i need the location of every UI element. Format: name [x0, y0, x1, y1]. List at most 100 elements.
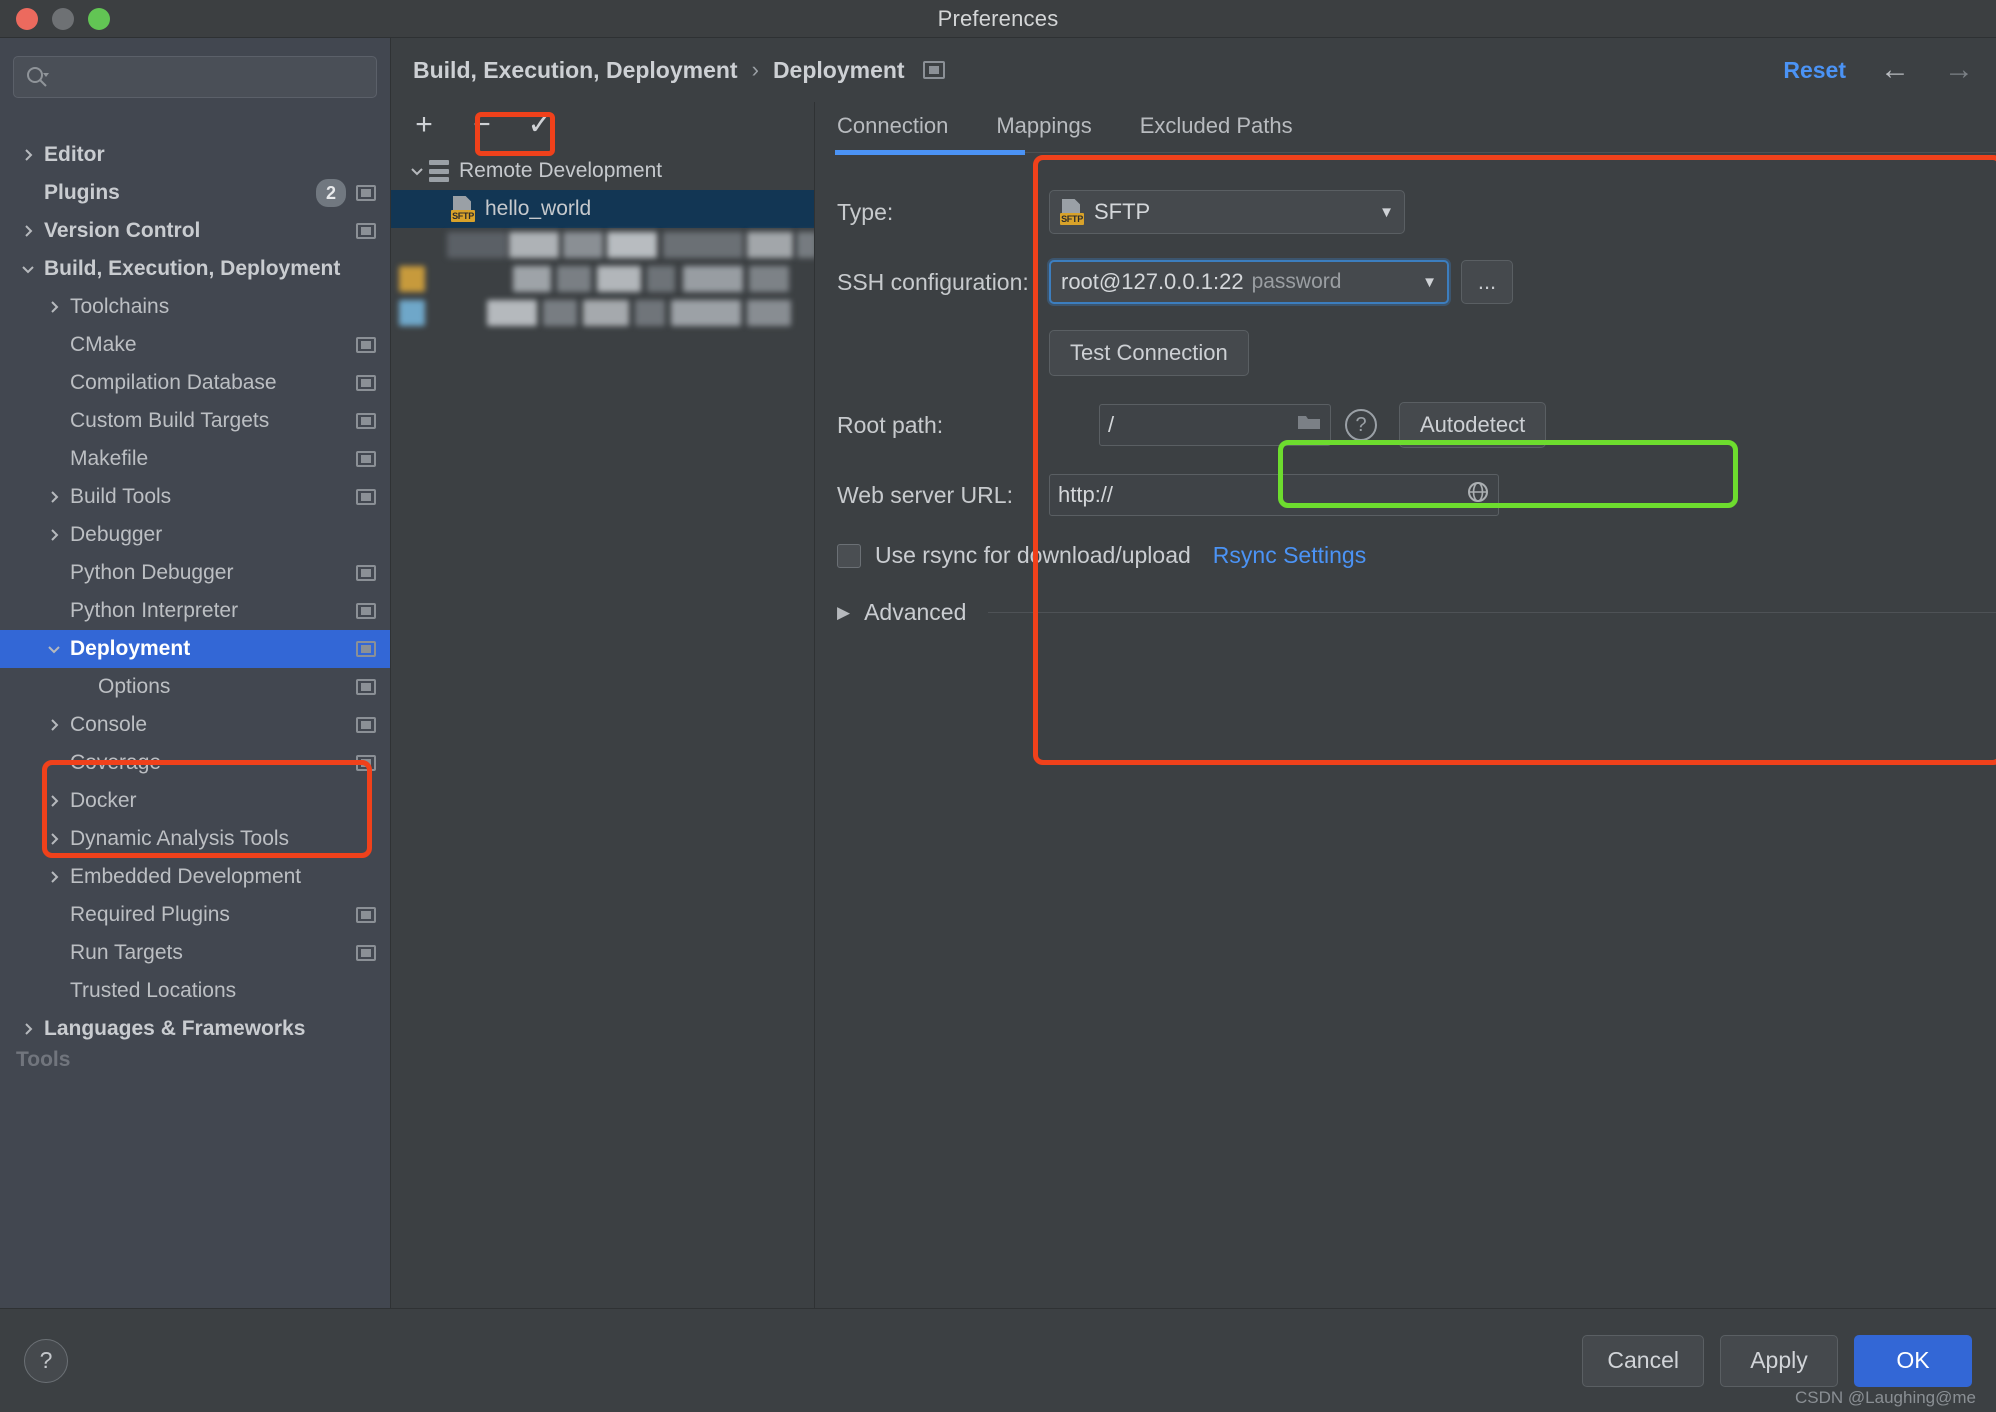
add-server-button[interactable]: + — [405, 107, 443, 143]
search-container — [0, 46, 390, 104]
ok-button[interactable]: OK — [1854, 1334, 1972, 1387]
back-arrow-icon[interactable]: ← — [1880, 55, 1910, 85]
window-controls — [16, 7, 110, 30]
chevron-down-icon[interactable] — [405, 159, 429, 183]
sidebar-item-languages-frameworks[interactable]: Languages & Frameworks — [0, 1010, 390, 1048]
sidebar-item-label: Console — [70, 713, 148, 736]
globe-icon[interactable] — [1466, 480, 1490, 510]
window-body: Editor Plugins 2 Version Control Build, Exec… — [0, 38, 1996, 1308]
project-scope-icon — [356, 717, 376, 733]
chevron-right-icon[interactable] — [42, 865, 66, 889]
project-scope-icon — [356, 641, 376, 657]
breadcrumb-current: Deployment — [772, 56, 905, 83]
chevron-right-icon[interactable] — [16, 1017, 40, 1041]
chevron-right-icon[interactable] — [16, 219, 40, 243]
sidebar-item-options[interactable]: Options — [0, 668, 390, 706]
folder-icon[interactable] — [1296, 412, 1322, 438]
chevron-right-icon[interactable] — [42, 789, 66, 813]
sidebar-item-label: Build, Execution, Deployment — [44, 257, 341, 280]
search-icon — [24, 64, 50, 90]
test-connection-button[interactable]: Test Connection — [1049, 330, 1249, 376]
forward-arrow-icon[interactable]: → — [1944, 55, 1974, 85]
chevron-right-icon: ▶ — [837, 602, 851, 622]
chevron-right-icon[interactable] — [42, 713, 66, 737]
autodetect-button[interactable]: Autodetect — [1399, 402, 1547, 448]
chevron-right-icon[interactable] — [42, 485, 66, 509]
sidebar-item-build-execution-deployment[interactable]: Build, Execution, Deployment — [0, 250, 390, 288]
sidebar-item-custom-build-targets[interactable]: Custom Build Targets — [0, 402, 390, 440]
cancel-button[interactable]: Cancel — [1582, 1334, 1704, 1387]
maximize-window-button[interactable] — [88, 7, 110, 30]
chevron-down-icon[interactable] — [42, 637, 66, 661]
chevron-right-icon[interactable] — [42, 523, 66, 547]
sidebar-item-required-plugins[interactable]: Required Plugins — [0, 896, 390, 934]
active-tab-underline — [835, 150, 1025, 155]
ssh-configuration-select[interactable]: root@127.0.0.1:22 password ▼ — [1049, 260, 1449, 304]
web-server-url-label: Web server URL: — [837, 481, 1013, 508]
sidebar-item-toolchains[interactable]: Toolchains — [0, 288, 390, 326]
project-scope-icon — [356, 489, 376, 505]
close-window-button[interactable] — [16, 7, 38, 30]
sidebar-item-dynamic-analysis-tools[interactable]: Dynamic Analysis Tools — [0, 820, 390, 858]
tab-hairline — [1025, 152, 1996, 153]
sidebar-item-deployment[interactable]: Deployment — [0, 630, 390, 668]
chevron-right-icon[interactable] — [42, 295, 66, 319]
sidebar-item-badge: 2 — [316, 179, 346, 207]
use-rsync-checkbox[interactable] — [837, 543, 861, 568]
server-group-icon — [429, 160, 449, 182]
sidebar-item-cmake[interactable]: CMake — [0, 326, 390, 364]
web-server-url-input[interactable]: http:// — [1049, 474, 1499, 516]
sidebar-item-coverage[interactable]: Coverage — [0, 744, 390, 782]
sidebar-item-label: Makefile — [70, 447, 149, 470]
remove-server-button[interactable]: − — [463, 107, 501, 143]
breadcrumb-actions: Reset ← → — [1783, 55, 1974, 85]
sidebar-item-python-interpreter[interactable]: Python Interpreter — [0, 592, 390, 630]
set-default-server-button[interactable]: ✓ — [521, 107, 559, 143]
sidebar-item-debugger[interactable]: Debugger — [0, 516, 390, 554]
type-select[interactable]: SFTP SFTP ▼ — [1049, 190, 1405, 234]
sidebar-item-label: Options — [98, 675, 171, 698]
minimize-window-button[interactable] — [52, 7, 74, 30]
reset-button[interactable]: Reset — [1783, 57, 1846, 84]
chevron-down-icon: ▼ — [1422, 273, 1437, 291]
breadcrumb: Build, Execution, Deployment › Deploymen… — [391, 38, 1996, 102]
search-input[interactable] — [13, 56, 377, 98]
sidebar-item-trusted-locations[interactable]: Trusted Locations — [0, 972, 390, 1010]
sidebar-item-label: Plugins — [44, 181, 120, 204]
tab-mappings[interactable]: Mappings — [996, 113, 1091, 139]
use-rsync-label: Use rsync for download/upload — [875, 542, 1191, 568]
sidebar-item-console[interactable]: Console — [0, 706, 390, 744]
chevron-right-icon[interactable] — [16, 143, 40, 167]
sidebar-item-run-targets[interactable]: Run Targets — [0, 934, 390, 972]
tab-connection[interactable]: Connection — [837, 113, 948, 139]
tab-excluded-paths[interactable]: Excluded Paths — [1140, 113, 1293, 139]
root-path-input[interactable]: / — [1099, 404, 1331, 446]
ssh-auth-type: password — [1251, 270, 1342, 293]
sidebar-item-embedded-development[interactable]: Embedded Development — [0, 858, 390, 896]
server-item-hello-world[interactable]: SFTP hello_world — [391, 190, 814, 228]
sidebar-item-makefile[interactable]: Makefile — [0, 440, 390, 478]
sidebar-item-python-debugger[interactable]: Python Debugger — [0, 554, 390, 592]
sidebar-item-version-control[interactable]: Version Control — [0, 212, 390, 250]
breadcrumb-root[interactable]: Build, Execution, Deployment — [413, 57, 738, 84]
project-scope-icon — [922, 61, 945, 79]
sidebar-item-label: Required Plugins — [70, 903, 230, 926]
sidebar-item-editor[interactable]: Editor — [0, 136, 390, 174]
apply-button[interactable]: Apply — [1720, 1334, 1838, 1387]
ssh-configuration-more-button[interactable]: ... — [1461, 260, 1513, 304]
sftp-icon: SFTP — [1060, 199, 1086, 225]
sidebar-item-tools[interactable]: Tools — [0, 1048, 390, 1068]
help-button[interactable]: ? — [24, 1338, 68, 1383]
sidebar-item-build-tools[interactable]: Build Tools — [0, 478, 390, 516]
rsync-settings-link[interactable]: Rsync Settings — [1213, 542, 1366, 569]
redacted-row — [399, 296, 814, 330]
question-mark-icon[interactable]: ? — [1345, 409, 1377, 441]
sidebar-item-compilation-database[interactable]: Compilation Database — [0, 364, 390, 402]
chevron-right-icon[interactable] — [42, 827, 66, 851]
chevron-down-icon[interactable] — [16, 257, 40, 281]
sidebar-item-docker[interactable]: Docker — [0, 782, 390, 820]
server-group-remote-development[interactable]: Remote Development — [391, 152, 814, 190]
sidebar-item-plugins[interactable]: Plugins 2 — [0, 174, 390, 212]
project-scope-icon — [356, 907, 376, 923]
advanced-section-header[interactable]: ▶ Advanced — [837, 599, 1996, 626]
